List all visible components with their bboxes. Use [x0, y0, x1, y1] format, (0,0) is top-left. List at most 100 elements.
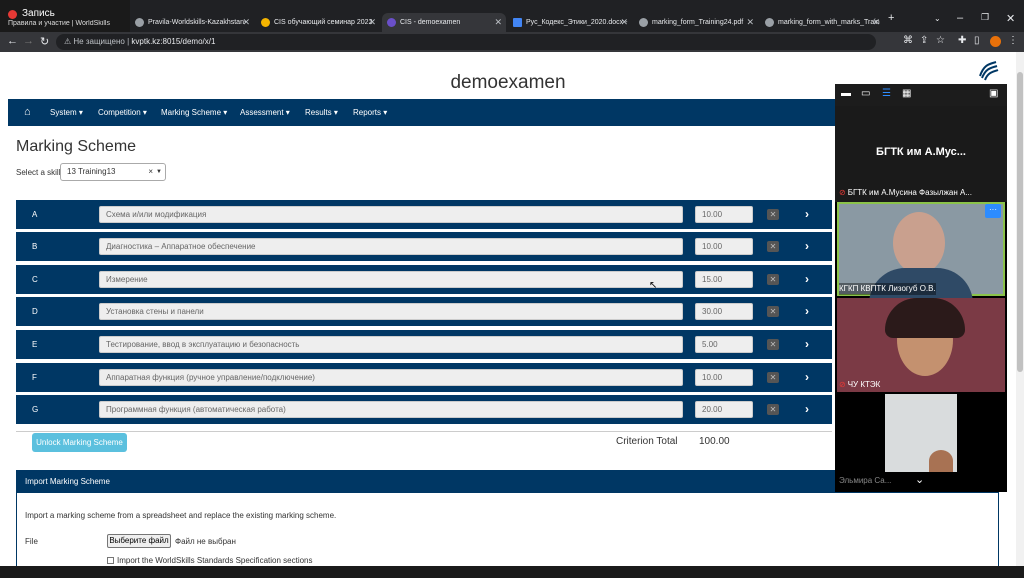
nav-reports[interactable]: Reports ▾: [353, 99, 387, 126]
close-tab-icon[interactable]: ✕: [746, 13, 754, 32]
restore-icon[interactable]: ❐: [981, 12, 989, 23]
delete-icon[interactable]: ✕: [767, 209, 779, 220]
criterion-name-field[interactable]: Схема и/или модификация: [99, 206, 683, 223]
criterion-total-label: Criterion Total: [616, 436, 678, 447]
criterion-mark-field[interactable]: 10.00: [695, 206, 753, 223]
share-icon[interactable]: ⇪: [920, 35, 928, 46]
translate-icon[interactable]: ⌘: [903, 35, 913, 46]
delete-icon[interactable]: ✕: [767, 306, 779, 317]
criterion-mark-field[interactable]: 30.00: [695, 303, 753, 320]
minimize-icon[interactable]: ▬: [841, 88, 851, 99]
close-tab-icon[interactable]: ✕: [872, 13, 880, 32]
browser-tab-active[interactable]: CIS - demoexamen ✕: [382, 13, 506, 32]
chevron-right-icon[interactable]: ›: [805, 297, 809, 326]
minimize-icon[interactable]: –: [957, 12, 963, 24]
video-call-panel: ▬ ▭ ☰ ▦ ▣ БГТК им А.Мус... ⊘ БГТК им А.Му…: [835, 84, 1007, 492]
menu-dots-icon[interactable]: ⋮: [1008, 35, 1018, 46]
criterion-name-field[interactable]: Тестирование, ввод в эксплуатацию и безо…: [99, 336, 683, 353]
unlock-marking-scheme-button[interactable]: Unlock Marking Scheme: [32, 433, 127, 452]
muted-mic-icon: ⊘: [839, 380, 846, 389]
nav-competition[interactable]: Competition ▾: [98, 99, 147, 126]
tab-search-icon[interactable]: ⌄: [934, 14, 941, 23]
profile-avatar[interactable]: [990, 36, 1001, 47]
skill-select-value: 13 Training13: [67, 167, 116, 176]
bookmark-star-icon[interactable]: ☆: [936, 35, 945, 46]
participant-video[interactable]: [837, 202, 1005, 304]
exit-fullscreen-icon[interactable]: ▣: [989, 88, 998, 99]
recording-tab-title[interactable]: Правила и участие | WorldSkills: [8, 20, 118, 27]
criterion-mark-field[interactable]: 20.00: [695, 401, 753, 418]
tab-label: CIS обучающий семинар 2022: [274, 19, 373, 26]
browser-tab[interactable]: Pravila-Worldskills-Kazakhstan- ✕: [130, 13, 254, 32]
worldskills-logo: [976, 58, 1000, 82]
close-tab-icon[interactable]: ✕: [242, 13, 250, 32]
close-tab-icon[interactable]: ✕: [620, 13, 628, 32]
more-options-icon[interactable]: ···: [985, 204, 1001, 218]
criterion-name-field[interactable]: Диагностика – Аппаратное обеспечение: [99, 238, 683, 255]
import-wsss-checkbox[interactable]: [107, 557, 114, 564]
nav-system[interactable]: System ▾: [50, 99, 83, 126]
nav-assessment[interactable]: Assessment ▾: [240, 99, 290, 126]
delete-icon[interactable]: ✕: [767, 274, 779, 285]
chevron-right-icon[interactable]: ›: [805, 330, 809, 359]
close-tab-icon[interactable]: ✕: [494, 13, 502, 32]
page-scrollbar[interactable]: [1016, 52, 1024, 566]
reload-icon[interactable]: ↻: [40, 35, 49, 48]
delete-icon[interactable]: ✕: [767, 404, 779, 415]
record-icon: [8, 10, 17, 19]
criterion-mark-field[interactable]: 5.00: [695, 336, 753, 353]
delete-icon[interactable]: ✕: [767, 372, 779, 383]
clear-icon[interactable]: ×: [148, 164, 153, 180]
criterion-name-field[interactable]: Измерение: [99, 271, 683, 288]
criterion-name-field[interactable]: Установка стены и панели: [99, 303, 683, 320]
no-file-chosen-text: Файл не выбран: [175, 537, 236, 546]
participant-hair: [885, 298, 965, 338]
forward-icon[interactable]: →: [23, 35, 34, 47]
chevron-down-icon[interactable]: ⌄: [915, 473, 924, 486]
browser-tab[interactable]: Рус_Кодекс_Этики_2020.docx - ✕: [508, 13, 632, 32]
cloud-icon: [261, 18, 270, 27]
participant-name: ЧУ КТЭК: [847, 380, 881, 389]
criterion-mark-field[interactable]: 15.00: [695, 271, 753, 288]
skill-select[interactable]: 13 Training13 × ▼: [60, 163, 166, 181]
browser-tab[interactable]: marking_form_Training24.pdf ✕: [634, 13, 758, 32]
chevron-right-icon[interactable]: ›: [805, 232, 809, 261]
criterion-name-field[interactable]: Программная функция (автоматическая рабо…: [99, 401, 683, 418]
delete-icon[interactable]: ✕: [767, 339, 779, 350]
delete-icon[interactable]: ✕: [767, 241, 779, 252]
criterion-row: E Тестирование, ввод в эксплуатацию и бе…: [16, 330, 832, 359]
back-icon[interactable]: ←: [7, 35, 18, 47]
chevron-right-icon[interactable]: ›: [805, 363, 809, 392]
gallery-view-icon[interactable]: ▦: [902, 88, 911, 99]
participant-header-name: БГТК им А.Мус...: [876, 146, 966, 158]
chevron-right-icon[interactable]: ›: [805, 200, 809, 229]
strip-view-icon[interactable]: ☰: [882, 88, 891, 99]
new-tab-icon[interactable]: +: [888, 12, 894, 24]
participant-video[interactable]: [885, 394, 957, 472]
browser-tab-strip: Запись Правила и участие | WorldSkills P…: [0, 0, 1024, 32]
home-icon[interactable]: ⌂: [24, 99, 31, 126]
mouse-cursor-icon: ↖: [649, 280, 658, 291]
nav-results[interactable]: Results ▾: [305, 99, 338, 126]
close-tab-icon[interactable]: ✕: [368, 13, 376, 32]
recording-label: Запись: [22, 8, 55, 19]
criterion-name-field[interactable]: Аппаратная функция (ручное управление/по…: [99, 369, 683, 386]
close-window-icon[interactable]: ✕: [1006, 12, 1015, 25]
choose-file-button[interactable]: Выберите файл: [107, 534, 171, 548]
criterion-mark-field[interactable]: 10.00: [695, 238, 753, 255]
scrollbar-thumb[interactable]: [1017, 72, 1023, 372]
document-icon: [513, 18, 522, 27]
participant-video[interactable]: [837, 298, 1005, 392]
sidebar-icon[interactable]: ▯: [974, 35, 980, 46]
criterion-letter: D: [32, 307, 38, 316]
chevron-right-icon[interactable]: ›: [805, 265, 809, 294]
criterion-mark-field[interactable]: 10.00: [695, 369, 753, 386]
speaker-view-icon[interactable]: ▭: [861, 88, 870, 99]
browser-tab[interactable]: CIS обучающий семинар 2022 ✕: [256, 13, 380, 32]
extensions-icon[interactable]: ✚: [958, 35, 966, 46]
tab-label: CIS - demoexamen: [400, 19, 461, 26]
address-bar[interactable]: ⚠ Не защищено | kvptk.kz:8015/demo/x/1: [56, 34, 876, 50]
browser-tab[interactable]: marking_form_with_marks_Train ✕: [760, 13, 884, 32]
chevron-right-icon[interactable]: ›: [805, 395, 809, 424]
nav-marking-scheme[interactable]: Marking Scheme ▾: [161, 99, 227, 126]
